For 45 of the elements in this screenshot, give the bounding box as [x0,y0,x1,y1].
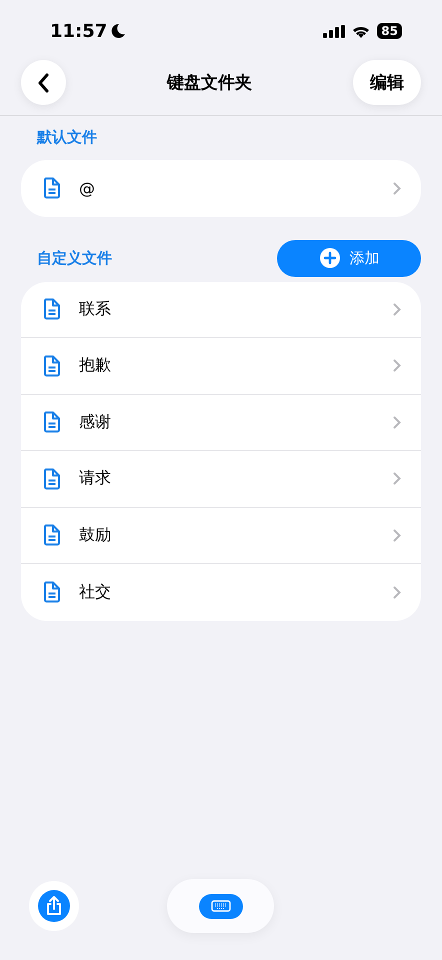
file-row[interactable]: 感谢 [21,394,421,451]
file-row[interactable]: @ [21,160,421,216]
moon-icon [110,23,126,39]
file-row[interactable]: 联系 [21,282,421,338]
section-title: 默认文件 [36,128,98,147]
battery-indicator: 85 [377,23,402,39]
file-row[interactable]: 社交 [21,564,421,620]
document-icon [43,524,61,546]
document-icon [43,354,61,377]
chevron-icon [393,472,401,486]
chevron-icon [393,359,401,372]
chevron-icon [393,416,401,429]
file-name: 抱歉 [79,355,112,376]
file-row[interactable]: 请求 [21,451,421,508]
page-title: 键盘文件夹 [167,72,252,94]
signal-icon [323,24,346,38]
document-icon [43,411,61,434]
share-icon [36,888,72,924]
file-name: 请求 [79,468,112,490]
add-button[interactable]: 添加 [277,240,421,276]
keyboard-icon [210,900,230,912]
file-row[interactable]: 鼓励 [21,508,421,564]
edit-button[interactable]: 编辑 [353,60,421,105]
file-name: 联系 [79,298,112,320]
file-name: @ [79,178,96,198]
document-icon [43,177,61,200]
back-icon [36,72,50,92]
share-button[interactable] [29,881,79,931]
chevron-icon [393,182,401,195]
document-icon [43,298,61,320]
chevron-icon [393,302,401,316]
keyboard-tab[interactable] [198,894,242,918]
file-name: 感谢 [79,412,112,433]
file-name: 社交 [79,582,112,603]
chevron-icon [393,528,401,542]
document-icon [43,468,61,490]
document-icon [43,581,61,604]
chevron-icon [393,586,401,599]
file-name: 鼓励 [79,524,112,546]
wifi-icon [352,24,370,38]
plus-icon [318,247,340,269]
file-row[interactable]: 抱歉 [21,338,421,394]
section-title: 自定义文件 [36,248,112,268]
back-button[interactable] [21,60,66,105]
status-time: 11:57 [50,20,108,42]
